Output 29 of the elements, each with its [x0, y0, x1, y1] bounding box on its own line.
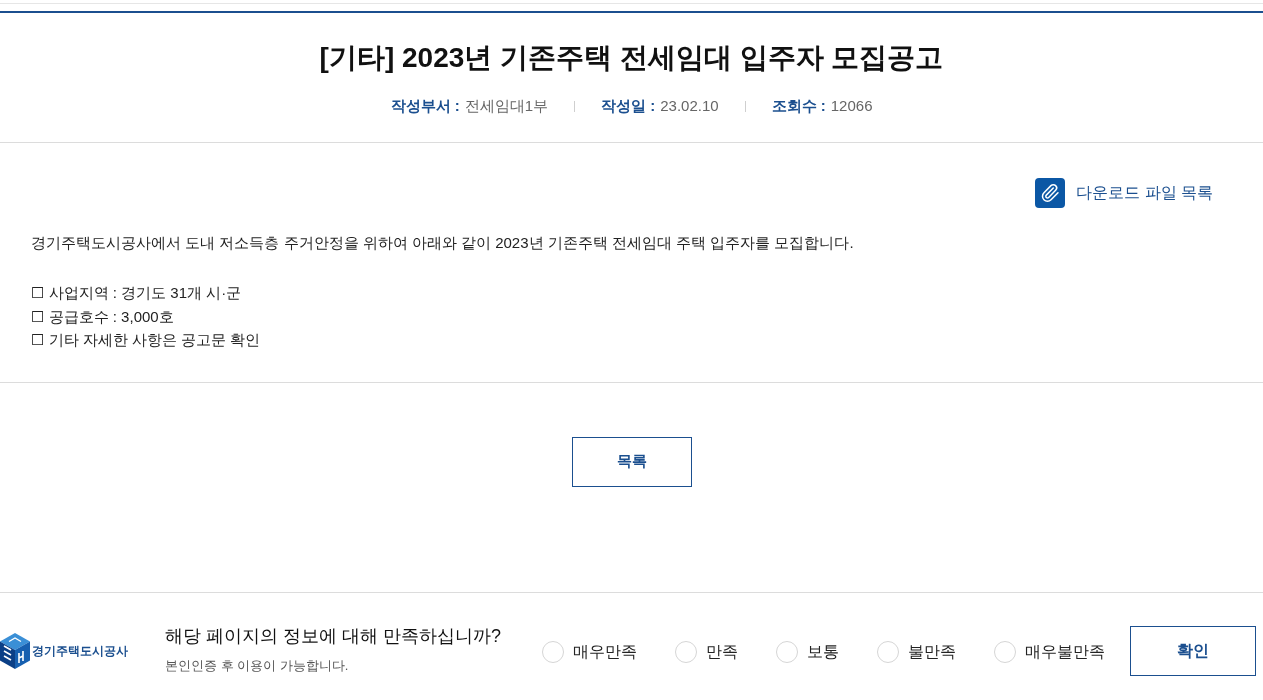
- meta-label: 조회수 :: [771, 96, 826, 116]
- radio-button[interactable]: [776, 641, 798, 664]
- notice-list-item: ☐ 사업지역 : 경기도 31개 시·군: [31, 283, 242, 303]
- radio-label[interactable]: 매우불만족: [1025, 641, 1105, 664]
- meta-value: 12066: [830, 96, 873, 116]
- submit-button[interactable]: 확인: [1130, 626, 1256, 677]
- notice-title: [기타] 2023년 기존주택 전세임대 입주자 모집공고: [319, 41, 944, 75]
- meta-label: 작성일 :: [601, 96, 656, 116]
- notice-body-text: 경기주택도시공사에서 도내 저소득층 주거안정을 위하여 아래와 같이 2023년 기존주택 전세임대 주택 입주자를 모집합니다.: [31, 233, 855, 253]
- meta-value: 23.02.10: [660, 96, 719, 116]
- radio-label[interactable]: 만족: [706, 641, 738, 664]
- meta-value: 전세임대1부: [464, 96, 549, 116]
- radio-button[interactable]: [675, 641, 697, 664]
- radio-label[interactable]: 불만족: [908, 641, 956, 664]
- notice-list-item: ☐ 기타 자세한 사항은 공고문 확인: [31, 330, 261, 350]
- survey-note: 본인인증 후 이용이 가능합니다.: [165, 657, 350, 676]
- logo-text: 경기주택도시공사: [32, 642, 128, 660]
- radio-button[interactable]: [542, 641, 564, 664]
- radio-label[interactable]: 매우만족: [573, 641, 637, 664]
- list-button[interactable]: 목록: [571, 436, 692, 487]
- radio-label[interactable]: 보통: [807, 641, 839, 664]
- notice-list-item: ☐ 공급호수 : 3,000호: [31, 306, 174, 327]
- meta-label: 작성부서 :: [390, 96, 460, 116]
- radio-button[interactable]: [994, 641, 1016, 664]
- cube-logo-icon: [0, 633, 30, 670]
- download-files-link[interactable]: 다운로드 파일 목록: [1035, 178, 1213, 208]
- survey-question: 해당 페이지의 정보에 대해 만족하십니까?: [165, 625, 502, 649]
- paperclip-icon: [1035, 178, 1066, 208]
- radio-button[interactable]: [877, 641, 899, 664]
